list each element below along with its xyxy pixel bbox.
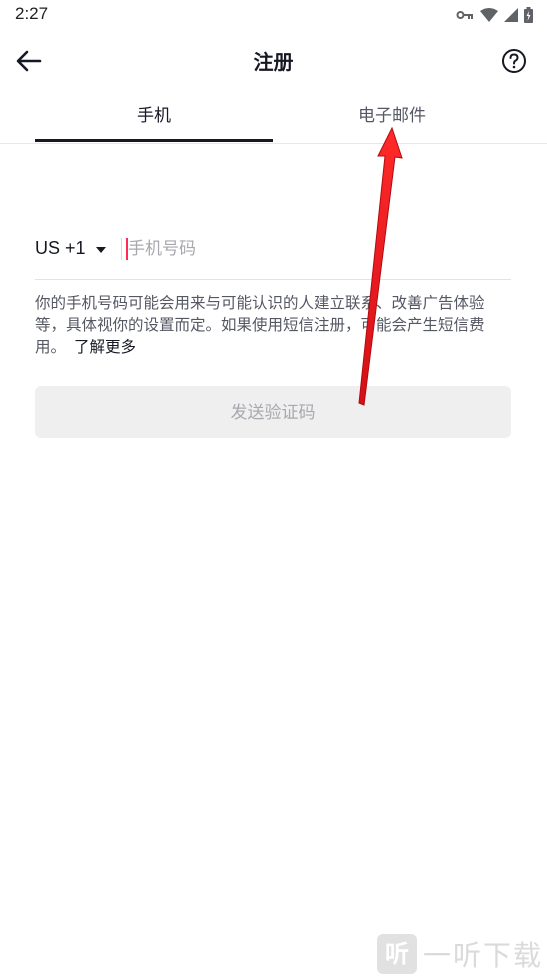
tab-bar: 手机 电子邮件 bbox=[0, 96, 547, 144]
signal-icon bbox=[504, 8, 518, 22]
help-icon bbox=[502, 49, 526, 73]
status-icons bbox=[456, 6, 533, 24]
annotation-arrow bbox=[358, 126, 403, 406]
tab-active-indicator bbox=[35, 139, 273, 142]
learn-more-link[interactable]: 了解更多 bbox=[74, 338, 136, 356]
country-code-selector[interactable]: US +1 bbox=[35, 238, 106, 259]
wifi-icon bbox=[480, 8, 498, 22]
phone-input-row: US +1 bbox=[35, 228, 511, 280]
privacy-notice: 你的手机号码可能会用来与可能认识的人建立联系、改善广告体验等，具体视你的设置而定… bbox=[35, 292, 513, 358]
help-button[interactable] bbox=[501, 48, 527, 74]
tab-phone[interactable]: 手机 bbox=[35, 96, 273, 142]
watermark: 听 一听下载 bbox=[376, 934, 543, 974]
watermark-text: 一听下载 bbox=[422, 939, 543, 972]
watermark-logo: 听 bbox=[376, 934, 417, 974]
caret-down-icon bbox=[95, 246, 106, 253]
battery-icon bbox=[524, 7, 533, 23]
key-icon bbox=[456, 11, 473, 19]
input-divider bbox=[121, 238, 122, 260]
send-code-button[interactable]: 发送验证码 bbox=[35, 386, 511, 438]
header: 注册 bbox=[0, 36, 547, 86]
tab-email[interactable]: 电子邮件 bbox=[273, 96, 511, 142]
page-title: 注册 bbox=[253, 50, 294, 74]
country-code-label: US +1 bbox=[35, 238, 86, 258]
status-time: 2:27 bbox=[15, 4, 49, 23]
status-bar: 2:27 bbox=[0, 0, 547, 30]
phone-number-input[interactable] bbox=[128, 234, 508, 264]
